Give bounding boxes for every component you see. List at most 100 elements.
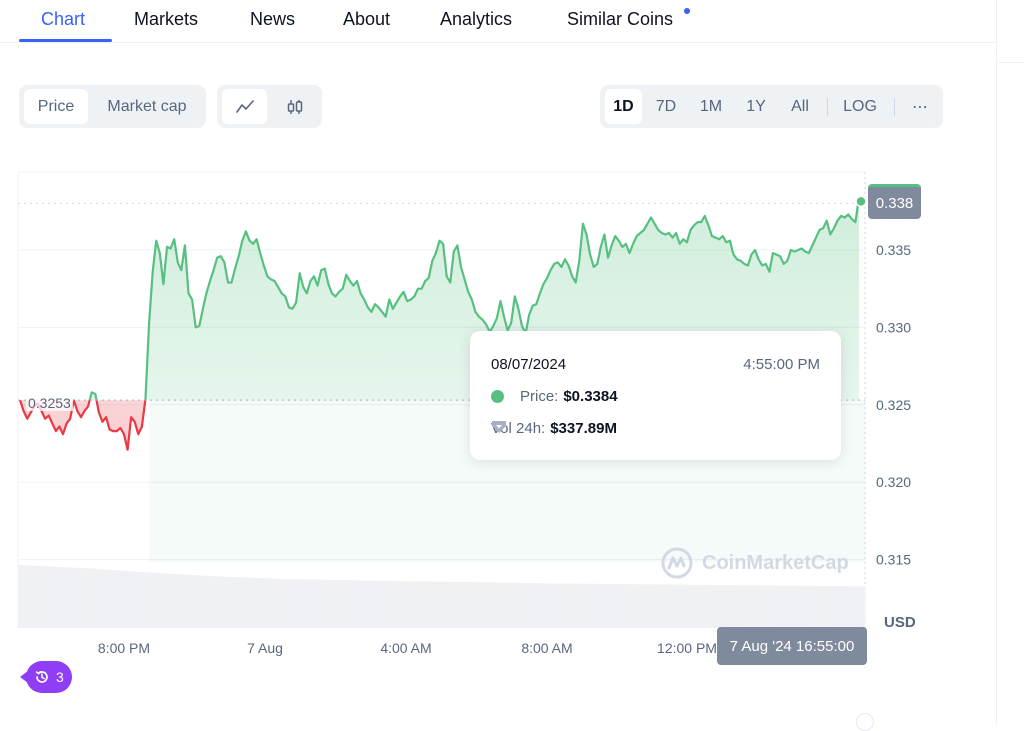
navigator-drag-handle[interactable] (856, 713, 874, 731)
volume-bar (219, 576, 225, 628)
volume-bar (389, 581, 394, 628)
volume-bar (647, 584, 652, 628)
volume-bar (187, 574, 192, 628)
volume-bar (288, 579, 293, 628)
crosshair-time-tag: 7 Aug '24 16:55:00 (717, 627, 867, 665)
volume-bar (336, 580, 342, 628)
history-events-badge[interactable]: 3 (20, 661, 72, 693)
volume-bar (756, 585, 761, 628)
volume-bar (663, 584, 668, 628)
volume-bar (381, 580, 386, 628)
volume-bar (344, 580, 350, 628)
volume-bar (356, 580, 362, 628)
coinmarketcap-logo-icon (661, 547, 693, 579)
volume-bar (820, 586, 826, 628)
volume-bar (122, 570, 128, 628)
volume-bar (514, 582, 519, 628)
volume-bar (735, 585, 741, 628)
volume-bar (610, 583, 616, 628)
volume-bar (776, 585, 781, 628)
volume-bar (679, 584, 684, 628)
volume-bar (461, 581, 467, 628)
volume-bar (526, 583, 531, 628)
volume-bar (481, 582, 487, 628)
volume-bar (372, 580, 378, 628)
volume-bar (62, 567, 67, 628)
volume-bar (203, 575, 208, 628)
volume-bar (784, 585, 789, 628)
volume-bar (683, 584, 688, 628)
volume-bar (272, 578, 277, 628)
volume-bar (340, 580, 346, 628)
volume-bar (328, 579, 333, 628)
volume-bar (94, 568, 100, 628)
volume-bar (667, 584, 672, 628)
volume-bar (82, 568, 87, 628)
volume-bar (393, 581, 398, 628)
volume-bar (227, 576, 233, 628)
volume-bar (707, 584, 713, 628)
volume-bar (639, 584, 644, 628)
volume-bar (429, 581, 434, 628)
volume-bar (30, 565, 35, 628)
volume-bar (352, 580, 358, 628)
volume-bar (405, 581, 410, 628)
volume-bar (304, 579, 309, 628)
volume-bar (147, 572, 152, 628)
volume-bar (489, 582, 495, 628)
volume-bar (207, 576, 212, 628)
volume-bar (215, 576, 221, 628)
volume-bar (296, 579, 301, 628)
watermark: CoinMarketCap (660, 546, 849, 580)
volume-bar (409, 581, 414, 628)
volume-bar (86, 568, 91, 628)
volume-bar (179, 574, 184, 628)
volume-bar (260, 578, 265, 628)
volume-bar (699, 584, 705, 628)
volume-bar (752, 585, 757, 628)
volume-bar (139, 571, 144, 628)
volume-bar (183, 574, 188, 628)
volume-bar (308, 579, 313, 628)
volume-bar (844, 586, 850, 628)
volume-bar (159, 573, 164, 628)
volume-bar (18, 565, 23, 628)
y-tick-label: 0.325 (876, 397, 911, 413)
volume-bar (114, 570, 120, 628)
volume-bar (231, 577, 237, 628)
volume-bar (792, 585, 797, 628)
volume-bar (211, 576, 217, 628)
volume-bar (582, 583, 588, 628)
volume-bar (812, 585, 817, 628)
current-price-tag: 0.338 (868, 184, 921, 219)
volume-bar (58, 566, 63, 628)
volume-bar (627, 584, 632, 628)
volume-bar (623, 584, 628, 628)
volume-bar (102, 569, 108, 628)
volume-bar (586, 583, 592, 628)
volume-bar (385, 580, 390, 628)
volume-bar (66, 567, 71, 628)
volume-bar (614, 584, 620, 628)
tooltip-time: 4:55:00 PM (743, 356, 820, 373)
volume-bar (332, 579, 338, 628)
volume-bar (348, 580, 354, 628)
volume-bar (711, 584, 717, 628)
volume-bar (832, 586, 838, 628)
x-tick-label: 8:00 AM (521, 640, 572, 656)
y-tick-label: 0.335 (876, 242, 911, 258)
volume-bar (485, 582, 491, 628)
volume-bar (590, 583, 596, 628)
volume-bar (602, 583, 608, 628)
volume-bar (768, 585, 773, 628)
volume-bar (199, 575, 204, 628)
volume-bar (243, 577, 249, 628)
volume-bar (502, 582, 507, 628)
volume-bar (413, 581, 418, 628)
volume-bar (659, 584, 664, 628)
volume-bar (703, 584, 709, 628)
volume-bar (578, 583, 584, 628)
volume-bar (506, 582, 511, 628)
volume-bar (840, 586, 846, 628)
volume-bar (130, 571, 136, 628)
